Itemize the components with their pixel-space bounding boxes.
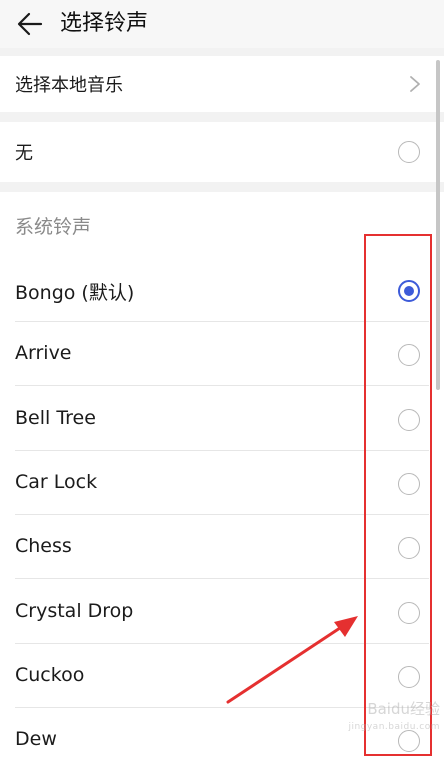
system-ringtones-heading: 系统铃声: [15, 216, 92, 238]
ringtone-radio[interactable]: [398, 344, 420, 367]
ringtone-radio[interactable]: [398, 408, 420, 431]
ringtone-row[interactable]: Bongo (默认): [0, 258, 444, 322]
ringtone-row[interactable]: Chess: [0, 515, 444, 580]
ringtone-label: Bell Tree: [15, 406, 96, 429]
ringtone-radio-selected[interactable]: [398, 280, 420, 302]
ringtone-none-label: 无: [15, 143, 33, 164]
ringtone-row[interactable]: Dew: [0, 708, 444, 762]
select-local-music-label: 选择本地音乐: [15, 75, 123, 96]
back-button[interactable]: [14, 8, 46, 40]
ringtone-row[interactable]: Bell Tree: [0, 386, 444, 451]
ringtone-radio[interactable]: [398, 665, 420, 688]
page-title: 选择铃声: [60, 11, 149, 36]
ringtone-radio[interactable]: [398, 601, 420, 624]
ringtone-settings-page: 选择铃声 选择本地音乐 无 系统铃声 Bongo (默认) Arrive Bell …: [0, 0, 444, 762]
ringtone-label: Crystal Drop: [15, 599, 134, 622]
scrollbar-thumb[interactable]: [436, 60, 440, 390]
ringtone-label: Bongo (默认): [15, 282, 135, 304]
ringtone-row[interactable]: Car Lock: [0, 450, 444, 515]
arrow-left-icon: [17, 12, 43, 36]
select-local-music-row[interactable]: 选择本地音乐: [0, 56, 444, 112]
ringtone-none-radio[interactable]: [398, 141, 420, 163]
ringtone-radio[interactable]: [398, 730, 420, 753]
ringtone-label: Chess: [15, 535, 72, 558]
ringtone-label: Arrive: [15, 342, 72, 365]
ringtone-row[interactable]: Cuckoo: [0, 643, 444, 708]
ringtone-row[interactable]: Crystal Drop: [0, 579, 444, 644]
ringtone-label: Dew: [15, 728, 57, 751]
app-header: 选择铃声: [0, 0, 444, 48]
chevron-right-icon: [410, 76, 420, 92]
ringtone-radio[interactable]: [398, 537, 420, 560]
ringtone-row[interactable]: Arrive: [0, 322, 444, 387]
ringtone-label: Cuckoo: [15, 663, 85, 686]
ringtone-radio[interactable]: [398, 472, 420, 495]
ringtone-none-row[interactable]: 无: [0, 122, 444, 182]
ringtone-label: Car Lock: [15, 470, 98, 493]
